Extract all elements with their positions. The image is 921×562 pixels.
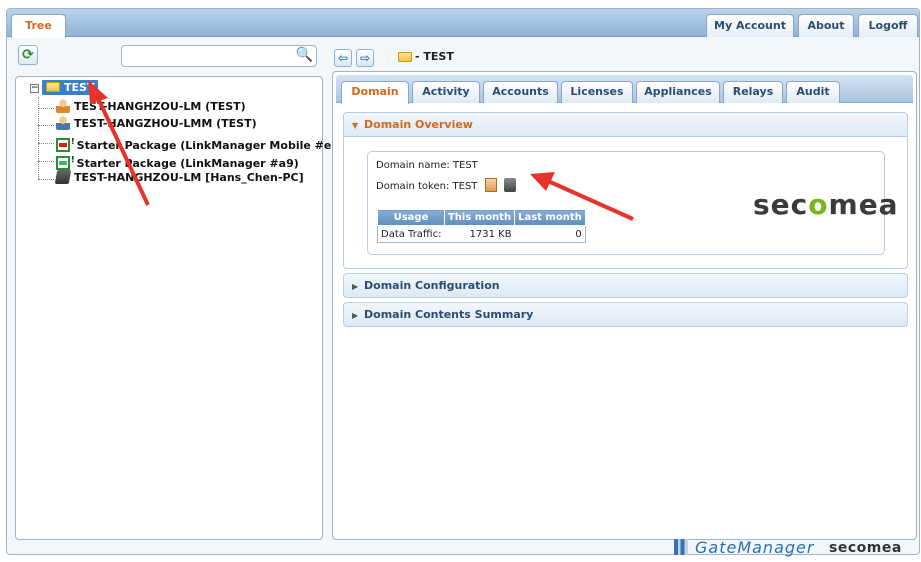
about-button[interactable]: About [798,14,854,37]
usage-table: Usage This month Last month Data Traffic… [377,209,586,243]
domain-configuration-header[interactable]: ▶ Domain Configuration [344,274,907,298]
folder-icon [46,82,60,92]
pc-icon [54,170,72,184]
usage-last-month: 0 [575,228,582,240]
domain-overview-header[interactable]: ▼ Domain Overview [344,113,907,137]
usage-header: Usage [377,209,445,226]
my-account-button[interactable]: My Account [706,14,794,37]
search-input[interactable] [126,46,296,66]
usage-header: Last month [514,209,586,226]
warning-badge: ! [71,155,75,164]
tree-node-label: TEST-HANGHZOU-LM [Hans_Chen-PC] [74,171,304,184]
tree-node[interactable]: TEST-HANGHZOU-LM [Hans_Chen-PC] [54,170,304,186]
section-title: Domain Contents Summary [364,308,534,321]
domain-overview-section: ▼ Domain Overview Domain name: TEST Domai… [343,112,908,269]
tab-appliances[interactable]: Appliances [636,81,720,103]
forward-button[interactable]: ⇨ [356,49,374,67]
usage-header: This month [443,209,516,226]
tree-panel: − TEST TEST-HANGHZOU-LM (TEST) TEST-HANGZ… [15,76,344,540]
collapse-icon[interactable]: − [30,84,39,93]
domain-token-label: Domain token: [376,181,450,192]
logoff-button[interactable]: Logoff [858,14,918,37]
tree-node-label: Starter Package (LinkManager Mobile #e3) [76,139,345,152]
tree-connector-h [38,125,54,126]
domain-name-label: Domain name: [376,160,450,171]
search-icon[interactable]: 🔍 [296,47,313,63]
domain-configuration-section[interactable]: ▶ Domain Configuration [343,273,908,298]
tab-audit[interactable]: Audit [786,81,840,103]
tree-connector-h [38,108,54,109]
tab-relays[interactable]: Relays [723,81,783,103]
tree-connector-h [38,143,54,144]
package-icon [56,138,70,152]
secomea-logo: secomea [753,188,899,221]
footer-product-name: GateManager [695,538,815,557]
tab-licenses[interactable]: Licenses [561,81,633,103]
tree-node-root[interactable]: − TEST [30,80,99,96]
tree-node[interactable]: ! Starter Package (LinkManager #a9) [56,152,299,170]
tab-strip: Domain Activity Accounts Licenses Applia… [336,75,913,104]
tree-connector-h [38,179,54,180]
domain-token-value: TEST [452,181,478,192]
tree-connector [38,97,58,179]
tree-connector-h [38,161,54,162]
domain-name-line: Domain name: TEST [376,160,478,171]
edit-icon[interactable] [503,178,516,192]
tree-node-label: TEST-HANGZHOU-LMM (TEST) [74,117,257,130]
refresh-icon: ⟳ [22,47,34,63]
user-icon [56,99,70,113]
package-icon [56,156,70,170]
domain-contents-header[interactable]: ▶ Domain Contents Summary [344,303,907,327]
domain-token-line: Domain token: TEST [376,178,516,192]
usage-this-month: 1731 KB [469,228,512,240]
triangle-right-icon: ▶ [352,311,359,320]
folder-icon [398,52,412,62]
table-row: Data Traffic: 1731 KB 0 [378,226,586,243]
user-icon [56,116,70,130]
breadcrumb: - TEST [415,50,454,63]
section-title: Domain Configuration [364,279,500,292]
back-button[interactable]: ⇦ [334,49,352,67]
tab-domain[interactable]: Domain [341,81,409,104]
triangle-right-icon: ▶ [352,282,359,291]
tab-activity[interactable]: Activity [412,81,480,103]
domain-name-value: TEST [452,160,478,171]
domain-panel: Domain Activity Accounts Licenses Applia… [332,71,917,540]
overview-box: Domain name: TEST Domain token: TEST Usa… [367,151,898,255]
gatemanager-icon [674,539,688,555]
tree-node[interactable]: TEST-HANGHZOU-LM (TEST) [56,99,246,115]
usage-label: Data Traffic: [381,228,442,240]
tree-node-label: Starter Package (LinkManager #a9) [76,157,299,170]
tab-tree[interactable]: Tree [11,14,66,38]
tree-node[interactable]: ! Starter Package (LinkManager Mobile #e3… [56,134,345,152]
search-field[interactable]: 🔍 [121,45,317,67]
tree-node-label: TEST [64,81,95,94]
triangle-down-icon: ▼ [352,121,359,130]
refresh-button[interactable]: ⟳ [18,45,38,65]
footer-brand: secomea [829,540,902,556]
copy-icon[interactable] [484,178,497,192]
top-bar: Tree My Account About Logoff [7,9,919,38]
arrow-right-icon: ⇨ [359,51,371,65]
section-title: Domain Overview [364,118,473,131]
domain-contents-section[interactable]: ▶ Domain Contents Summary [343,302,908,327]
tree-node-label: TEST-HANGHZOU-LM (TEST) [74,100,246,113]
tab-accounts[interactable]: Accounts [483,81,558,103]
arrow-left-icon: ⇦ [337,51,349,65]
warning-badge: ! [71,137,75,146]
tree-node[interactable]: TEST-HANGZHOU-LMM (TEST) [56,116,257,132]
app-frame: Tree My Account About Logoff ⟳ 🔍 − TEST T… [6,8,920,555]
